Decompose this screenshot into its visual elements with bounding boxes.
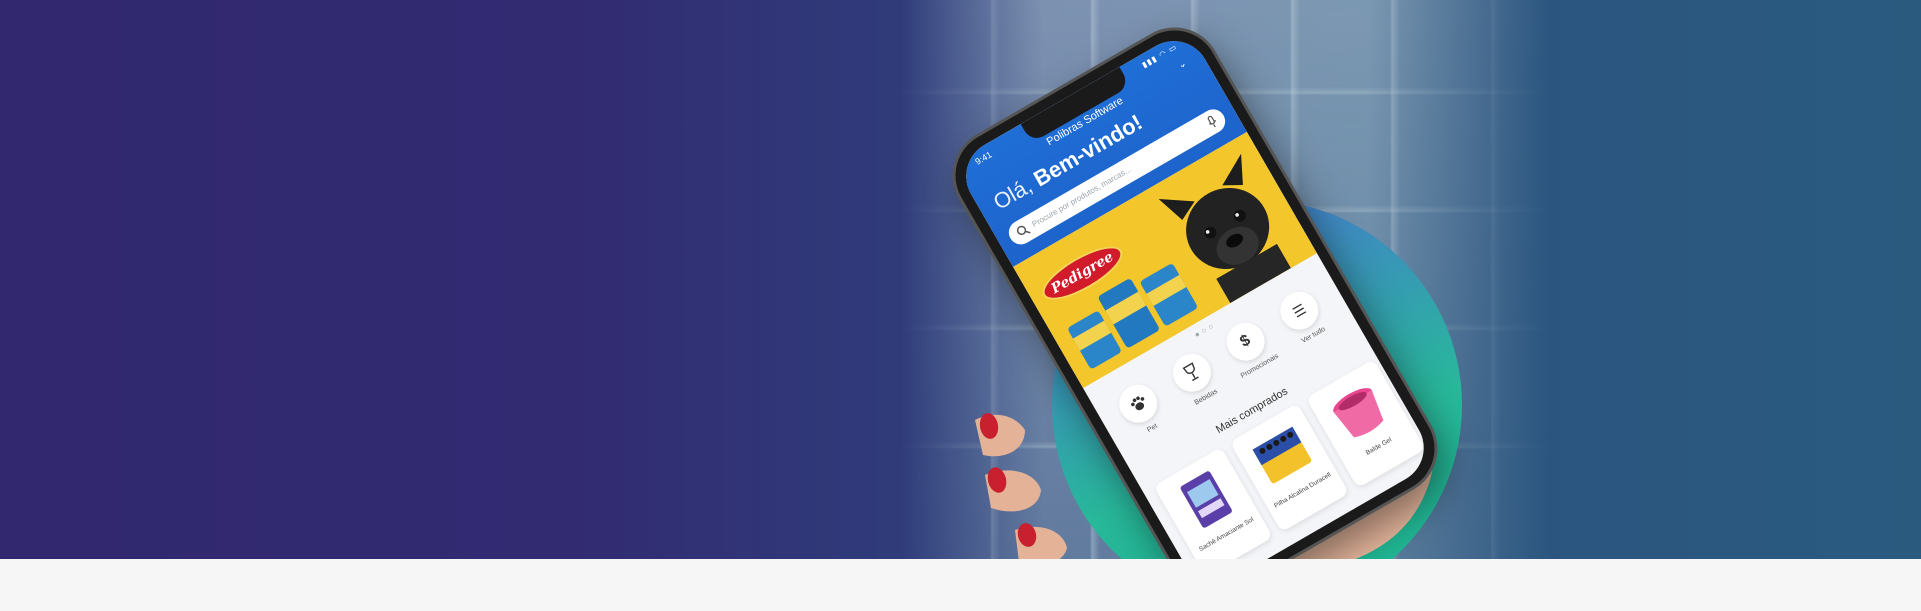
bottom-strip [0, 559, 1921, 611]
wine-glass-icon [1182, 362, 1199, 382]
list-icon: ☰ [1289, 300, 1309, 321]
status-time: 9:41 [973, 149, 994, 167]
dollar-icon: $ [1237, 331, 1254, 351]
hero-banner: 9:41 ▮▮▮ ◠ ▭ Polibras Software ⌄ Olá, Be… [0, 0, 1921, 559]
paw-icon [1131, 396, 1145, 411]
search-icon [1016, 225, 1031, 236]
microphone-icon[interactable] [1204, 113, 1220, 130]
